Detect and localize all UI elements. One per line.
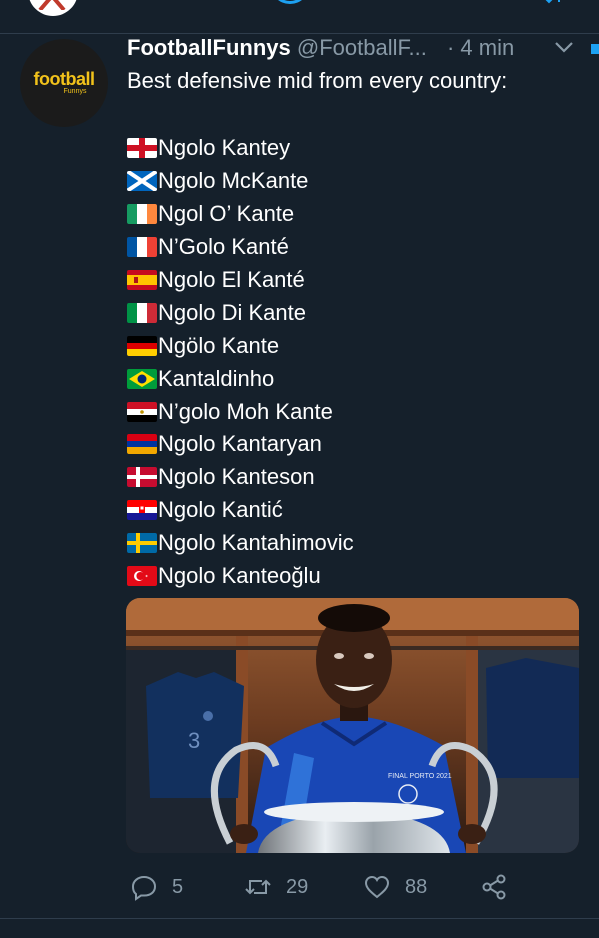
like-count: 88 <box>405 875 428 898</box>
previous-avatar-mark-icon <box>38 0 66 10</box>
tweet-line: Ngolo McKante <box>127 165 354 198</box>
tweet-divider <box>0 918 599 919</box>
tweet-line: Ngölo Kante <box>127 329 354 362</box>
avatar-logo-text: football <box>33 69 96 89</box>
chevron-down-icon[interactable] <box>554 40 574 54</box>
tweet-line-text: Ngolo Kantić <box>158 497 283 523</box>
retweet-icon <box>245 879 271 895</box>
tweet-line: N’golo Moh Kante <box>127 395 354 428</box>
photo-illustration: 3 FINAL PORTO 2021 <box>126 598 579 853</box>
previous-blue-shape <box>270 0 310 4</box>
france-flag-icon <box>127 237 157 258</box>
tweet-line-text: Ngolo Kantey <box>158 135 291 161</box>
author-avatar[interactable]: football Funnys <box>20 39 108 127</box>
tweet-header: FootballFunnys @FootballF... · 4 min <box>127 34 597 62</box>
tweet-line: Kantaldinho <box>127 362 354 395</box>
retweet-count: 29 <box>286 875 309 898</box>
tweet-media-photo[interactable]: 3 FINAL PORTO 2021 <box>126 598 579 853</box>
turkey-flag-icon <box>127 566 157 587</box>
reply-count: 5 <box>172 875 184 898</box>
tweet-lines: Ngolo Kantey Ngolo McKante Ngol O’ Kante… <box>127 132 354 592</box>
shirt-number: 3 <box>188 728 200 753</box>
reply-icon <box>131 875 157 901</box>
share-button[interactable] <box>480 868 508 906</box>
header-separator: · <box>446 35 455 60</box>
tweet-line: Ngol O’ Kante <box>127 198 354 231</box>
tweet-time[interactable]: 4 min <box>460 35 514 60</box>
tweet-intro-text: Best defensive mid from every country: <box>127 68 508 93</box>
author-name[interactable]: FootballFunnys <box>127 35 291 60</box>
share-icon <box>482 874 506 900</box>
like-icon <box>364 875 390 899</box>
retweet-button[interactable]: 29 <box>244 868 308 906</box>
tweet-line-text: Ngölo Kante <box>158 332 280 358</box>
tweet-line: N’Golo Kanté <box>127 231 354 264</box>
england-flag-icon <box>127 138 157 159</box>
italy-flag-icon <box>127 302 157 323</box>
previous-avatar[interactable] <box>28 0 78 16</box>
tweet-line-text: Ngolo Di Kante <box>158 299 306 325</box>
previous-action-icon[interactable] <box>545 0 565 6</box>
tweet-line: Ngolo Kantić <box>127 494 354 527</box>
banner-text: FINAL PORTO 2021 <box>388 773 452 780</box>
tweet-line: Ngolo Kantahimovic <box>127 527 354 560</box>
tweet-line-text: Ngolo Kanteson <box>158 464 315 490</box>
tweet-line: Ngolo Kantey <box>127 132 354 165</box>
armenia-flag-icon <box>127 434 157 455</box>
reply-button[interactable]: 5 <box>130 868 183 906</box>
tweet-line-text: Ngolo Kantaryan <box>158 431 322 457</box>
croatia-flag-icon <box>127 500 157 521</box>
tweet-line-text: Ngolo Kanteoğlu <box>158 563 321 589</box>
tweet-line: Ngolo Di Kante <box>127 296 354 329</box>
tweet-line: Ngolo Kanteoğlu <box>127 560 354 593</box>
previous-tweet-strip <box>0 0 599 34</box>
tweet-line-text: Ngolo McKante <box>158 168 309 194</box>
tweet-line-text: N’golo Moh Kante <box>158 398 333 424</box>
brazil-flag-icon <box>127 368 157 389</box>
tweet-line-text: N’Golo Kanté <box>158 234 289 260</box>
tweet-line-text: Kantaldinho <box>158 365 275 391</box>
tweet-line-text: Ngolo El Kanté <box>158 267 305 292</box>
edge-accent <box>591 44 599 54</box>
avatar-logo-subtext: Funnys <box>63 88 87 95</box>
sweden-flag-icon <box>127 533 157 554</box>
ireland-flag-icon <box>127 204 157 225</box>
like-button[interactable]: 88 <box>363 868 427 906</box>
tweet-line-text: Ngol O’ Kante <box>158 201 295 227</box>
denmark-flag-icon <box>127 467 157 488</box>
scotland-flag-icon <box>127 171 157 192</box>
tweet-line: Ngolo Kantaryan <box>127 428 354 461</box>
egypt-flag-icon <box>127 401 157 422</box>
tweet-line: Ngolo Kanteson <box>127 461 354 494</box>
spain-flag-icon <box>127 270 157 290</box>
tweet-line: Ngolo El Kanté <box>127 264 354 297</box>
author-handle[interactable]: @FootballF... <box>297 35 427 60</box>
germany-flag-icon <box>127 335 157 356</box>
tweet-actions: 5 29 88 <box>0 868 599 906</box>
tweet-line-text: Ngolo Kantahimovic <box>158 530 354 556</box>
